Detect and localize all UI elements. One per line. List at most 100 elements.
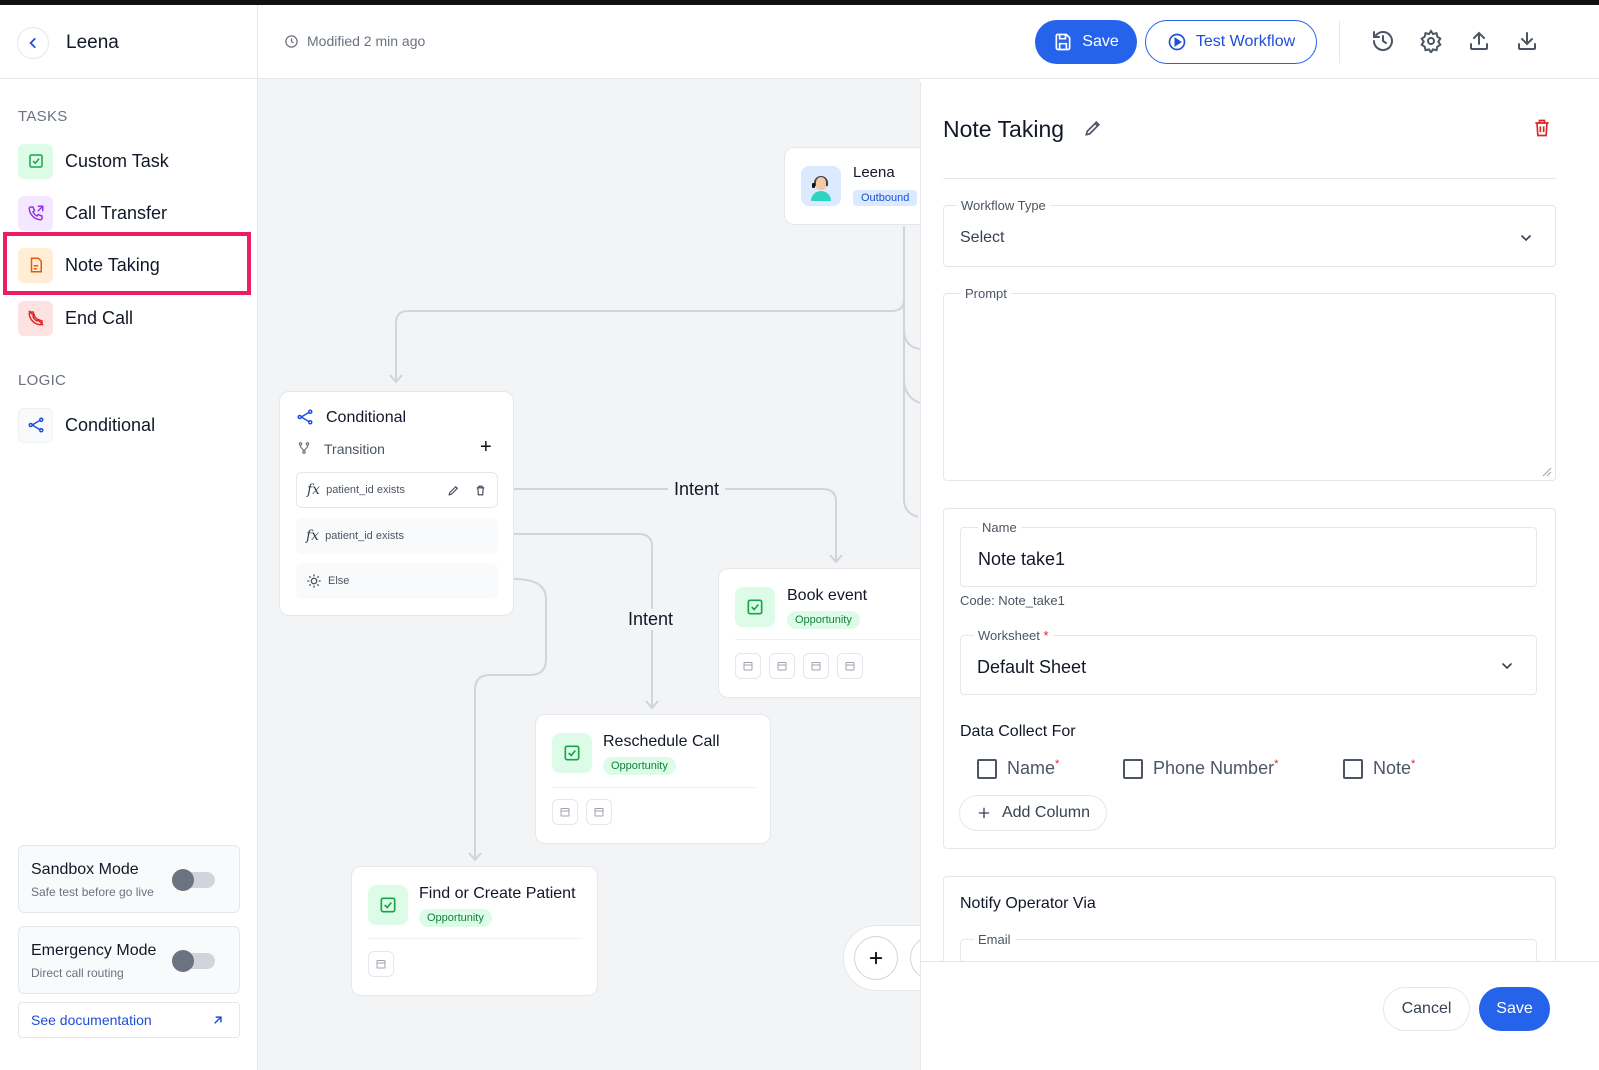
condition-row[interactable]: fx patient_id exists bbox=[296, 518, 498, 554]
gear-icon bbox=[1420, 29, 1442, 53]
conditional-title: Conditional bbox=[326, 409, 407, 426]
tasks-section-label: TASKS bbox=[18, 108, 68, 125]
worksheet-select[interactable]: Worksheet * Default Sheet bbox=[960, 628, 1537, 695]
sandbox-subtitle: Safe test before go live bbox=[31, 885, 154, 899]
checkbox[interactable] bbox=[1343, 758, 1363, 779]
chevron-down-icon bbox=[1502, 663, 1512, 670]
condition-row[interactable]: fx patient_id exists bbox=[296, 472, 498, 508]
agent-node-name: Leena bbox=[853, 164, 895, 181]
agent-node[interactable]: Leena Outbound bbox=[784, 147, 920, 225]
node-action[interactable] bbox=[735, 653, 761, 679]
node-action[interactable] bbox=[552, 799, 578, 825]
sandbox-toggle[interactable] bbox=[172, 869, 215, 891]
save-button[interactable]: Save bbox=[1035, 20, 1137, 64]
node-action[interactable] bbox=[769, 653, 795, 679]
check-square-icon bbox=[735, 587, 775, 627]
book-event-node[interactable]: Book event Opportunity bbox=[718, 568, 920, 698]
name-field[interactable]: Name Note take1 bbox=[960, 520, 1537, 587]
node-action[interactable] bbox=[586, 799, 612, 825]
add-transition-button[interactable]: + bbox=[480, 436, 492, 459]
edge-agent-to-conditional bbox=[395, 226, 905, 381]
node-divider bbox=[368, 938, 582, 939]
node-action[interactable] bbox=[803, 653, 829, 679]
arrow-up-right-icon bbox=[214, 1016, 222, 1024]
history-button[interactable] bbox=[1370, 28, 1396, 54]
reschedule-call-node[interactable]: Reschedule Call Opportunity bbox=[535, 714, 771, 844]
logic-section-label: LOGIC bbox=[18, 372, 67, 389]
edge-agent-trunk bbox=[903, 226, 919, 518]
condition-row-else[interactable]: Else bbox=[296, 563, 498, 599]
email-label: Email bbox=[974, 932, 1015, 947]
find-or-create-patient-node[interactable]: Find or Create Patient Opportunity bbox=[351, 866, 598, 996]
calendar-icon bbox=[743, 662, 753, 671]
save-label: Save bbox=[1496, 1000, 1533, 1017]
sidebar-item-conditional[interactable]: Conditional bbox=[18, 407, 155, 443]
documentation-link[interactable]: See documentation bbox=[18, 1002, 240, 1038]
sidebar-item-end-call[interactable]: End Call bbox=[18, 300, 133, 336]
node-divider bbox=[552, 787, 756, 788]
sun-icon bbox=[307, 574, 321, 588]
workflow-type-label: Workflow Type bbox=[957, 198, 1050, 213]
sidebar-item-call-transfer[interactable]: Call Transfer bbox=[18, 195, 167, 231]
panel-divider bbox=[943, 178, 1556, 179]
transition-label: Transition bbox=[324, 441, 385, 457]
calendar-icon bbox=[560, 808, 570, 817]
modified-text: Modified 2 min ago bbox=[307, 33, 426, 49]
emergency-subtitle: Direct call routing bbox=[31, 966, 124, 980]
save-label: Save bbox=[1082, 33, 1119, 50]
panel-title: Note Taking bbox=[943, 116, 1065, 142]
branch-icon bbox=[18, 407, 53, 443]
trash-icon[interactable] bbox=[1532, 118, 1552, 138]
plus-icon bbox=[978, 807, 990, 819]
header-separator bbox=[1339, 21, 1340, 63]
chevron-down-icon bbox=[1521, 235, 1531, 242]
history-icon bbox=[1373, 31, 1393, 51]
column-checkbox-note[interactable]: Note* bbox=[1343, 758, 1415, 779]
sandbox-mode-card: Sandbox Mode Safe test before go live bbox=[18, 845, 240, 913]
node-title: Book event bbox=[787, 587, 868, 604]
check-square-icon bbox=[368, 885, 408, 925]
trash-icon[interactable] bbox=[474, 484, 487, 497]
calendar-icon bbox=[845, 662, 855, 671]
workflow-type-select[interactable]: Workflow Type Select bbox=[943, 198, 1556, 267]
checkbox[interactable] bbox=[977, 758, 997, 779]
upload-button[interactable] bbox=[1466, 28, 1492, 54]
pencil-icon[interactable] bbox=[1083, 118, 1103, 138]
column-label: Note* bbox=[1373, 758, 1416, 778]
add-column-button[interactable]: Add Column bbox=[959, 795, 1107, 831]
node-action[interactable] bbox=[368, 951, 394, 977]
column-checkbox-name[interactable]: Name* bbox=[977, 758, 1059, 779]
modified-status: Modified 2 min ago bbox=[284, 33, 425, 49]
panel-save-button[interactable]: Save bbox=[1479, 987, 1550, 1031]
column-checkbox-phone-number[interactable]: Phone Number* bbox=[1123, 758, 1278, 779]
resize-handle-icon[interactable] bbox=[1542, 467, 1552, 477]
canvas-controls bbox=[843, 925, 920, 991]
node-badge: Opportunity bbox=[603, 757, 676, 775]
check-square-icon bbox=[18, 143, 53, 179]
back-button[interactable] bbox=[17, 27, 49, 59]
conditional-node[interactable]: Conditional Transition + fx patient_id e… bbox=[279, 391, 514, 616]
sidebar-item-label: End Call bbox=[65, 307, 134, 328]
sidebar-item-custom-task[interactable]: Custom Task bbox=[18, 143, 169, 179]
test-workflow-button[interactable]: Test Workflow bbox=[1145, 20, 1317, 64]
emergency-mode-card: Emergency Mode Direct call routing bbox=[18, 926, 240, 994]
name-label: Name bbox=[978, 520, 1021, 535]
settings-button[interactable] bbox=[1418, 28, 1444, 54]
checkbox[interactable] bbox=[1123, 758, 1143, 779]
workflow-canvas[interactable]: Intent Intent Leena Outbound Conditional… bbox=[258, 79, 920, 1070]
transition-icon bbox=[298, 442, 310, 454]
canvas-control-button[interactable] bbox=[910, 936, 920, 980]
condition-text: Else bbox=[328, 575, 350, 587]
function-icon: fx bbox=[307, 482, 321, 498]
name-value: Note take1 bbox=[978, 549, 1066, 569]
data-collect-label: Data Collect For bbox=[960, 723, 1076, 740]
node-action[interactable] bbox=[837, 653, 863, 679]
download-button[interactable] bbox=[1514, 28, 1540, 54]
function-icon: fx bbox=[306, 528, 320, 544]
pencil-icon[interactable] bbox=[447, 484, 460, 497]
prompt-textarea[interactable]: Prompt bbox=[943, 286, 1556, 481]
add-node-button[interactable] bbox=[854, 936, 898, 980]
emergency-title: Emergency Mode bbox=[31, 942, 157, 959]
cancel-button[interactable]: Cancel bbox=[1383, 987, 1470, 1031]
emergency-toggle[interactable] bbox=[172, 950, 215, 972]
